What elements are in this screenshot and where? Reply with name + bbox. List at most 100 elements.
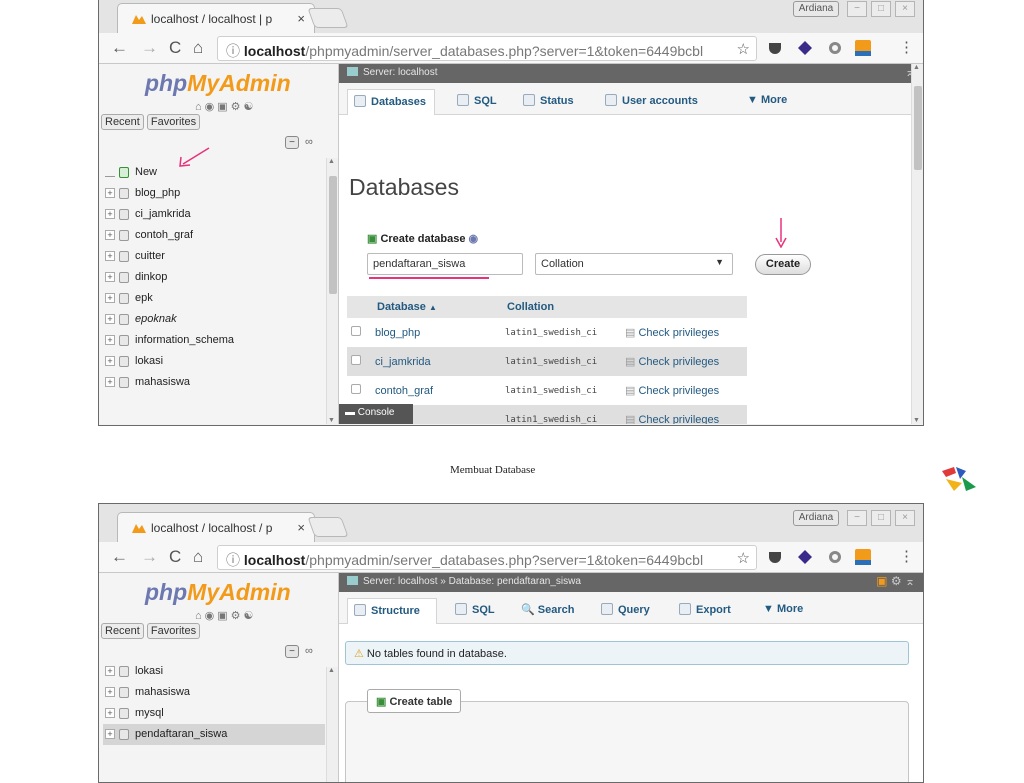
expand-icon[interactable]: + [105, 188, 115, 198]
tab-close-icon[interactable]: × [297, 520, 305, 535]
expand-icon[interactable]: + [105, 230, 115, 240]
row-checkbox[interactable] [351, 384, 361, 394]
tree-item-database[interactable]: + mahasiswa [103, 372, 325, 393]
lock-settings-collapse-icon[interactable]: ▣ ⚙ ⌅ [876, 574, 915, 588]
diamond-extension-icon[interactable] [797, 549, 813, 565]
favorites-button[interactable]: Favorites [146, 114, 201, 130]
expand-icon[interactable]: + [105, 314, 115, 324]
collation-select[interactable]: Collation ▼ [535, 253, 733, 275]
tree-item-database[interactable]: + blog_php [103, 183, 325, 204]
scroll-up-icon[interactable]: ▲ [913, 64, 920, 71]
tree-item-database[interactable]: + epoknak [103, 309, 325, 330]
expand-icon[interactable]: + [105, 729, 115, 739]
home-icon[interactable]: ⌂ [193, 38, 203, 58]
expand-icon[interactable]: + [105, 708, 115, 718]
tree-item-database[interactable]: + lokasi [103, 661, 325, 682]
check-privileges-link[interactable]: ▤ Check privileges [621, 405, 747, 424]
rss-extension-icon[interactable] [855, 549, 871, 565]
check-privileges-link[interactable]: ▤ Check privileges [621, 318, 747, 347]
database-name-cell[interactable]: blog_php [371, 318, 501, 347]
nav-scrollbar[interactable]: ▲ ▼ [326, 158, 338, 424]
back-icon[interactable]: ← [111, 38, 128, 58]
reload-icon[interactable]: C [169, 38, 181, 58]
tab-structure[interactable]: Structure [347, 598, 437, 624]
tree-item-database[interactable]: + mahasiswa [103, 682, 325, 703]
forward-icon[interactable]: → [141, 38, 158, 58]
check-privileges-link[interactable]: ▤ Check privileges [621, 376, 747, 405]
tree-item-database[interactable]: + mysql [103, 703, 325, 724]
link-with-main-icon[interactable]: ∞ [305, 136, 313, 148]
row-checkbox[interactable] [351, 326, 361, 336]
collation-column-header[interactable]: Collation [501, 296, 621, 318]
quick-icons[interactable]: ⌂◉▣⚙☯ [195, 100, 256, 113]
pocket-extension-icon[interactable] [767, 40, 783, 56]
back-icon[interactable]: ← [111, 547, 128, 567]
tab-sql[interactable]: SQL [451, 89, 497, 115]
collapse-all-button[interactable]: − [285, 645, 299, 658]
tree-item-database[interactable]: + pendaftaran_siswa [103, 724, 325, 745]
forward-icon[interactable]: → [141, 547, 158, 567]
browser-tab[interactable]: localhost / localhost | p × [117, 3, 315, 33]
expand-icon[interactable]: + [105, 666, 115, 676]
home-icon[interactable]: ⌂ [193, 547, 203, 567]
recent-button[interactable]: Recent [101, 623, 144, 639]
bookmark-star-icon[interactable]: ☆ [737, 549, 750, 567]
tree-item-database[interactable]: + lokasi [103, 351, 325, 372]
recent-button[interactable]: Recent [101, 114, 144, 130]
expand-icon[interactable]: + [105, 293, 115, 303]
url-field[interactable]: ⓘ localhost/phpmyadmin/server_databases.… [217, 36, 757, 61]
close-window-button[interactable]: × [895, 510, 915, 526]
maximize-button[interactable]: □ [871, 510, 891, 526]
phpmyadmin-logo[interactable]: phpMyAdmin [145, 70, 291, 97]
favorites-button[interactable]: Favorites [146, 623, 201, 639]
expand-icon[interactable]: + [105, 356, 115, 366]
server-label[interactable]: Server: localhost [363, 67, 437, 78]
tree-item-database[interactable]: + information_schema [103, 330, 325, 351]
close-window-button[interactable]: × [895, 1, 915, 17]
scroll-down-icon[interactable]: ▼ [328, 417, 335, 424]
tree-item-database[interactable]: + ci_jamkrida [103, 204, 325, 225]
tree-item-database[interactable]: + cuitter [103, 246, 325, 267]
check-privileges-link[interactable]: ▤ Check privileges [621, 347, 747, 376]
collapse-all-button[interactable]: − [285, 136, 299, 149]
diamond-extension-icon[interactable] [797, 40, 813, 56]
create-button[interactable]: Create [755, 254, 811, 275]
tab-search[interactable]: 🔍 Search [515, 598, 574, 624]
database-name-cell[interactable]: ci_jamkrida [371, 347, 501, 376]
tab-more[interactable]: ▼ More [757, 598, 803, 624]
scroll-up-icon[interactable]: ▲ [328, 667, 335, 674]
database-column-header[interactable]: Database ▲ [371, 296, 501, 318]
quick-icons[interactable]: ⌂◉▣⚙☯ [195, 609, 256, 622]
browser-tab[interactable]: localhost / localhost / p × [117, 512, 315, 542]
scroll-up-icon[interactable]: ▲ [328, 158, 335, 165]
expand-icon[interactable]: + [105, 377, 115, 387]
phpmyadmin-logo[interactable]: phpMyAdmin [145, 579, 291, 606]
console-bar[interactable]: ▬ Console [339, 404, 413, 424]
expand-icon[interactable]: + [105, 687, 115, 697]
reload-icon[interactable]: C [169, 547, 181, 567]
tab-status[interactable]: Status [517, 89, 574, 115]
tab-databases[interactable]: Databases [347, 89, 435, 115]
minimize-button[interactable]: − [847, 510, 867, 526]
tab-close-icon[interactable]: × [297, 11, 305, 26]
new-tab-button[interactable] [307, 517, 349, 537]
tab-sql[interactable]: SQL [449, 598, 495, 624]
opera-extension-icon[interactable] [827, 40, 843, 56]
expand-icon[interactable]: + [105, 251, 115, 261]
expand-icon[interactable]: + [105, 335, 115, 345]
profile-button[interactable]: Ardiana [793, 510, 839, 526]
expand-icon[interactable]: + [105, 272, 115, 282]
database-name-input[interactable]: pendaftaran_siswa [367, 253, 523, 275]
expand-icon[interactable]: + [105, 209, 115, 219]
nav-scrollbar[interactable]: ▲ [326, 667, 338, 782]
tree-item-database[interactable]: + contoh_graf [103, 225, 325, 246]
row-checkbox[interactable] [351, 355, 361, 365]
browser-menu-icon[interactable]: ⋮ [899, 38, 914, 56]
tab-query[interactable]: Query [595, 598, 650, 624]
server-label[interactable]: Server: localhost » Database: pendaftara… [363, 576, 581, 587]
database-name-cell[interactable]: contoh_graf [371, 376, 501, 405]
minimize-button[interactable]: − [847, 1, 867, 17]
pocket-extension-icon[interactable] [767, 549, 783, 565]
browser-menu-icon[interactable]: ⋮ [899, 547, 914, 565]
tab-more[interactable]: ▼ More [741, 89, 787, 115]
